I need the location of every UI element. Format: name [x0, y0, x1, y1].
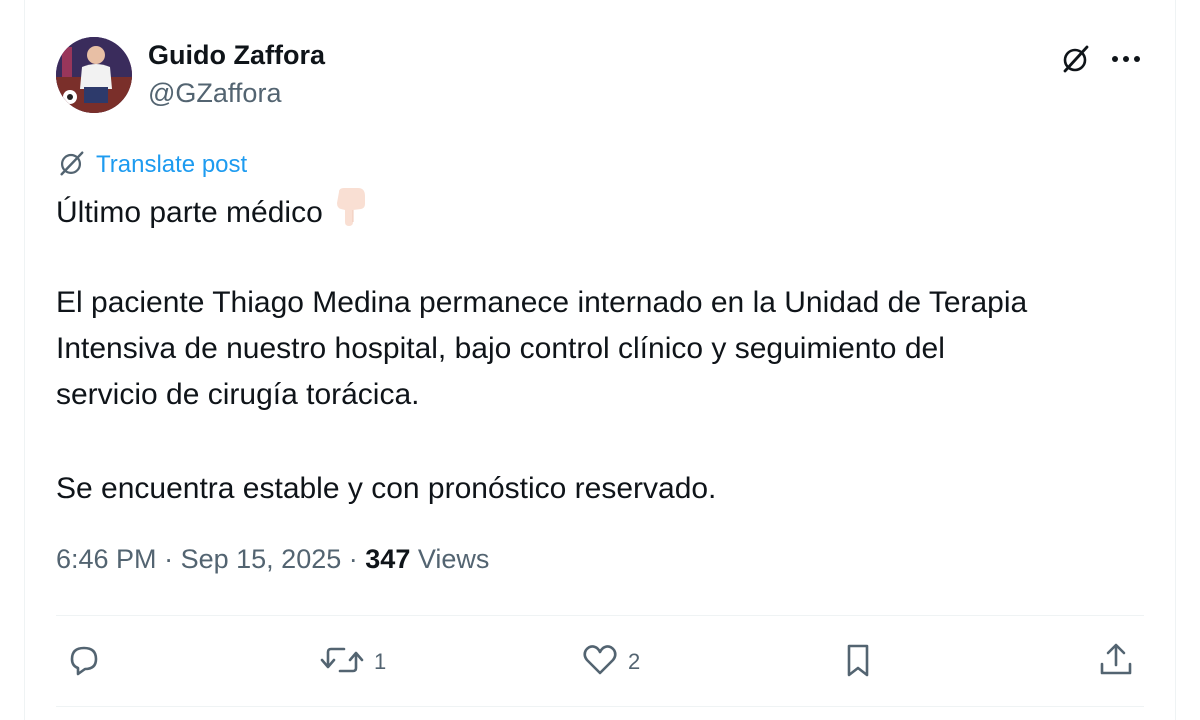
- grok-icon: [56, 148, 86, 183]
- author-name[interactable]: Guido Zaffora: [148, 40, 325, 71]
- translate-post-link[interactable]: Translate post: [56, 150, 247, 180]
- like-count: 2: [628, 649, 641, 674]
- share-button[interactable]: [1096, 640, 1136, 684]
- grok-icon[interactable]: [1058, 42, 1092, 76]
- post-meta: 6:46 PM · Sep 15, 2025 · 347 Views: [56, 544, 489, 575]
- more-icon[interactable]: [1108, 42, 1144, 76]
- reply-icon: [64, 640, 104, 685]
- like-button[interactable]: 2: [580, 640, 640, 684]
- post-paragraph-line: servicio de cirugía torácica.: [56, 378, 420, 411]
- post-paragraph-line: Intensiva de nuestro hospital, bajo cont…: [56, 332, 945, 365]
- bookmark-icon: [838, 640, 878, 685]
- reply-button[interactable]: [64, 640, 112, 684]
- post-text-line: Último parte médico: [56, 188, 367, 240]
- divider: [56, 706, 1144, 707]
- post-time[interactable]: 6:46 PM: [56, 544, 157, 574]
- bookmark-button[interactable]: [838, 640, 878, 684]
- views-count: 347: [365, 544, 411, 574]
- meta-separator: ·: [348, 544, 358, 574]
- share-icon: [1096, 640, 1136, 685]
- meta-separator: ·: [164, 544, 174, 574]
- avatar[interactable]: [56, 37, 132, 113]
- translate-label: Translate post: [96, 151, 248, 178]
- views-label: Views: [417, 544, 490, 574]
- repost-count: 1: [374, 649, 387, 674]
- divider: [56, 615, 1144, 616]
- repost-icon: [318, 640, 366, 685]
- author-handle[interactable]: @GZaffora: [148, 78, 281, 109]
- post-date[interactable]: Sep 15, 2025: [181, 544, 342, 574]
- post-paragraph-line: El paciente Thiago Medina permanece inte…: [56, 286, 1028, 319]
- post-first-line: Último parte médico: [56, 195, 323, 229]
- post-paragraph-line: Se encuentra estable y con pronóstico re…: [56, 472, 717, 505]
- heart-icon: [580, 640, 620, 685]
- pointing-down-icon: [333, 188, 367, 240]
- repost-button[interactable]: 1: [318, 640, 386, 684]
